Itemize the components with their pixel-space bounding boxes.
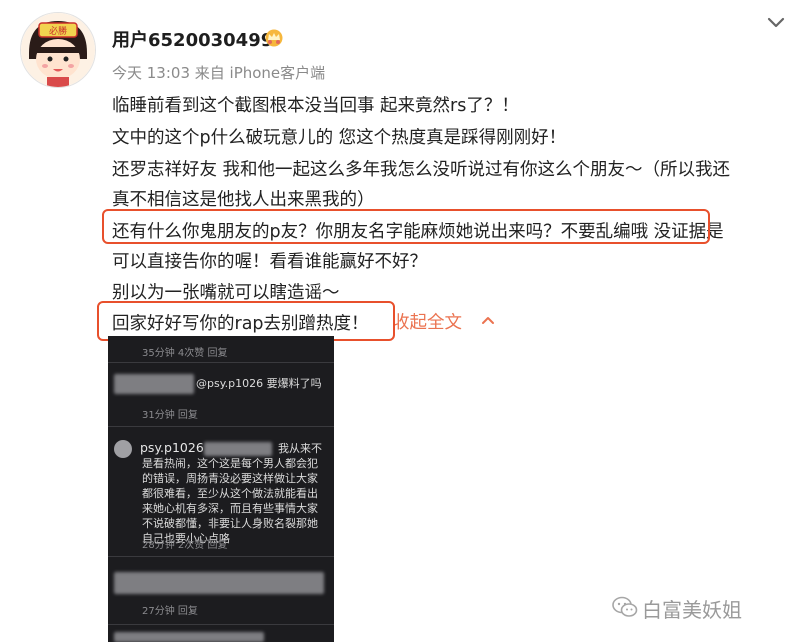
blurred-comment bbox=[114, 632, 264, 642]
commenter-avatar bbox=[114, 440, 132, 458]
comment-text-line: 是看热闹，这个这是每个男人都会犯 bbox=[142, 457, 318, 470]
chevron-down-icon[interactable] bbox=[766, 16, 786, 30]
embedded-comment-screenshot: 35分钟 4次赞 回复 @psy.p1026 要爆料了吗 31分钟 回复 psy… bbox=[108, 336, 334, 642]
comment-meta-4: 27分钟 回复 bbox=[142, 606, 198, 617]
highlight-box-2 bbox=[97, 301, 395, 341]
wechat-icon bbox=[612, 596, 638, 617]
divider bbox=[108, 556, 334, 557]
vip-crown-icon[interactable] bbox=[262, 27, 286, 47]
blurred-username bbox=[114, 374, 194, 394]
comment-text-line: 不说破都懂，非要让人身败名裂那她 bbox=[142, 517, 318, 530]
comment-text-line: 我从来不 bbox=[278, 442, 322, 455]
post-line-6: 可以直接告你的喔！看看谁能赢好不好？ bbox=[112, 252, 427, 272]
watermark-text: 白富美妖姐 bbox=[642, 598, 742, 622]
post-line-3: 还罗志祥好友 我和他一起这么多年我怎么没听说过有你这么个朋友～（所以我还 bbox=[112, 160, 731, 180]
chevron-up-icon[interactable] bbox=[481, 315, 495, 325]
chibi-maruko-avatar-image: 必勝 bbox=[21, 13, 95, 87]
avatar[interactable]: 必勝 bbox=[20, 12, 96, 88]
collapse-full-text-link[interactable]: 收起全文 bbox=[392, 309, 462, 334]
post-line-2: 文中的这个p什么破玩意儿的 您这个热度真是踩得刚刚好！ bbox=[112, 128, 567, 148]
post-line-4: 真不相信这是他找人出来黑我的） bbox=[112, 190, 375, 210]
blurred-comment bbox=[114, 572, 324, 594]
divider bbox=[108, 362, 334, 363]
comment-text-line: 来她心机有多深，而且有些事情大家 bbox=[142, 502, 318, 515]
commenter-name: psy.p1026 bbox=[140, 440, 204, 455]
post-meta: 今天 13:03 来自 iPhone客户端 bbox=[112, 64, 326, 82]
svg-text:必勝: 必勝 bbox=[49, 25, 67, 37]
comment-meta-3: 28分钟 2次赞 回复 bbox=[142, 540, 228, 551]
comment-meta-1: 35分钟 4次赞 回复 bbox=[142, 348, 228, 359]
comment-reply-text: @psy.p1026 要爆料了吗 bbox=[196, 377, 322, 390]
comment-text-line: 的错误，周扬青没必要这样做让大家 bbox=[142, 472, 318, 485]
username[interactable]: 用户6520030499 bbox=[112, 26, 273, 52]
highlight-box-1 bbox=[102, 209, 710, 244]
comment-meta-2: 31分钟 回复 bbox=[142, 410, 198, 421]
post-line-1: 临睡前看到这个截图根本没当回事 起来竟然rs了？！ bbox=[112, 96, 519, 116]
divider bbox=[108, 426, 334, 427]
blurred-text bbox=[204, 442, 272, 456]
divider bbox=[108, 624, 334, 625]
comment-text-line: 都很难看，至少从这个做法就能看出 bbox=[142, 487, 318, 500]
